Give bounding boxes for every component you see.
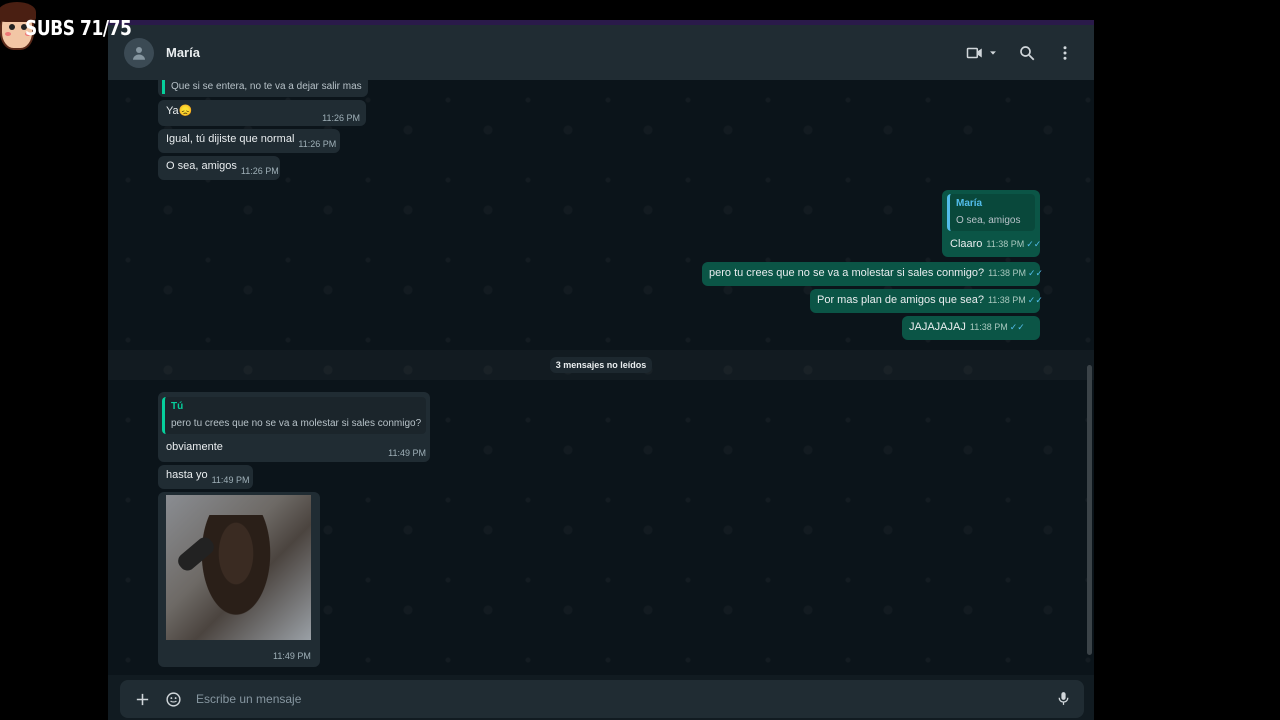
search-button[interactable] bbox=[1018, 44, 1036, 62]
message-text: Claaro bbox=[950, 238, 983, 250]
sticker-button[interactable] bbox=[165, 691, 182, 708]
message-text: hasta yo bbox=[166, 469, 208, 481]
plus-icon bbox=[136, 693, 149, 705]
unread-divider: 3 mensajes no leídos bbox=[108, 350, 1094, 380]
read-receipt-icon: ✓✓ bbox=[1009, 322, 1025, 332]
menu-button[interactable] bbox=[1056, 44, 1074, 62]
message-text: JAJAJAJAJ bbox=[909, 321, 966, 333]
message-incoming[interactable]: Ya😞 11:26 PM bbox=[158, 100, 366, 126]
message-time: 11:38 PM bbox=[988, 268, 1027, 278]
disappointed-emoji-icon: 😞 bbox=[178, 105, 193, 117]
contact-name[interactable]: María bbox=[166, 45, 200, 60]
read-receipt-icon: ✓✓ bbox=[1026, 239, 1042, 249]
scrollbar[interactable] bbox=[1087, 365, 1092, 655]
quote-author: Tú bbox=[171, 401, 184, 412]
message-incoming[interactable]: Que si se entera, no te va a dejar salir… bbox=[158, 80, 368, 97]
message-list[interactable]: Que si se entera, no te va a dejar salir… bbox=[108, 80, 1094, 675]
message-text: obviamente bbox=[166, 441, 223, 453]
message-input[interactable] bbox=[196, 692, 1016, 706]
image-attachment[interactable] bbox=[166, 495, 311, 640]
stream-overlay: SUBS 71/75 bbox=[0, 0, 150, 56]
quoted-message[interactable]: Tú pero tu crees que no se va a molestar… bbox=[162, 397, 426, 434]
composer bbox=[108, 675, 1094, 720]
video-call-button[interactable] bbox=[966, 44, 998, 62]
message-time: 11:26 PM bbox=[240, 166, 279, 176]
quote-author: María bbox=[956, 198, 983, 209]
message-incoming[interactable]: Tú pero tu crees que no se va a molestar… bbox=[158, 392, 430, 462]
message-time: 11:49 PM bbox=[211, 475, 250, 485]
message-time: 11:38 PM bbox=[969, 322, 1008, 332]
message-incoming[interactable]: O sea, amigos 11:26 PM bbox=[158, 156, 280, 180]
message-text: Por mas plan de amigos que sea? bbox=[817, 294, 984, 306]
message-incoming[interactable]: Igual, tú dijiste que normal 11:26 PM bbox=[158, 129, 340, 153]
voice-message-button[interactable] bbox=[1055, 690, 1072, 712]
message-time: 11:26 PM bbox=[298, 139, 337, 149]
quote-text: O sea, amigos bbox=[956, 215, 1021, 226]
message-time: 11:49 PM bbox=[273, 651, 311, 661]
quote-text: pero tu crees que no se va a molestar si… bbox=[171, 418, 422, 429]
message-outgoing[interactable]: María O sea, amigos Claaro 11:38 PM ✓✓ bbox=[942, 190, 1042, 257]
message-time: 11:49 PM bbox=[388, 448, 426, 458]
video-call-icon bbox=[966, 47, 982, 58]
subs-counter: SUBS 71/75 bbox=[24, 16, 132, 40]
message-time: 11:26 PM bbox=[322, 113, 360, 123]
microphone-icon bbox=[1058, 692, 1069, 705]
message-text: O sea, amigos bbox=[166, 160, 237, 172]
unread-label: 3 mensajes no leídos bbox=[549, 357, 653, 373]
message-text: Igual, tú dijiste que normal bbox=[166, 133, 295, 145]
monkey-photo bbox=[196, 515, 276, 625]
read-receipt-icon: ✓✓ bbox=[1028, 268, 1044, 278]
message-time: 11:38 PM bbox=[986, 239, 1025, 249]
message-text: pero tu crees que no se va a molestar si… bbox=[709, 267, 985, 279]
read-receipt-icon: ✓✓ bbox=[1027, 295, 1043, 305]
message-outgoing[interactable]: Por mas plan de amigos que sea? 11:38 PM ✓… bbox=[810, 289, 1043, 313]
message-outgoing[interactable]: pero tu crees que no se va a molestar si… bbox=[702, 262, 1044, 286]
chat-window: María Que si se entera, no te va a dejar… bbox=[108, 20, 1094, 720]
chat-header: María bbox=[108, 25, 1094, 80]
quoted-message[interactable]: María O sea, amigos bbox=[947, 194, 1035, 231]
sticker-icon bbox=[166, 691, 181, 707]
attach-button[interactable] bbox=[134, 691, 151, 708]
search-icon bbox=[1020, 45, 1035, 60]
kebab-menu-icon bbox=[1063, 45, 1067, 60]
message-outgoing[interactable]: JAJAJAJAJ 11:38 PM ✓✓ bbox=[902, 316, 1040, 340]
message-text: Ya bbox=[166, 105, 179, 117]
streamer-avatar-icon bbox=[0, 2, 36, 54]
message-incoming[interactable]: hasta yo 11:49 PM bbox=[158, 465, 253, 489]
message-time: 11:38 PM bbox=[987, 295, 1026, 305]
chevron-down-icon bbox=[990, 50, 996, 55]
quoted-message[interactable]: Que si se entera, no te va a dejar salir… bbox=[162, 80, 364, 94]
